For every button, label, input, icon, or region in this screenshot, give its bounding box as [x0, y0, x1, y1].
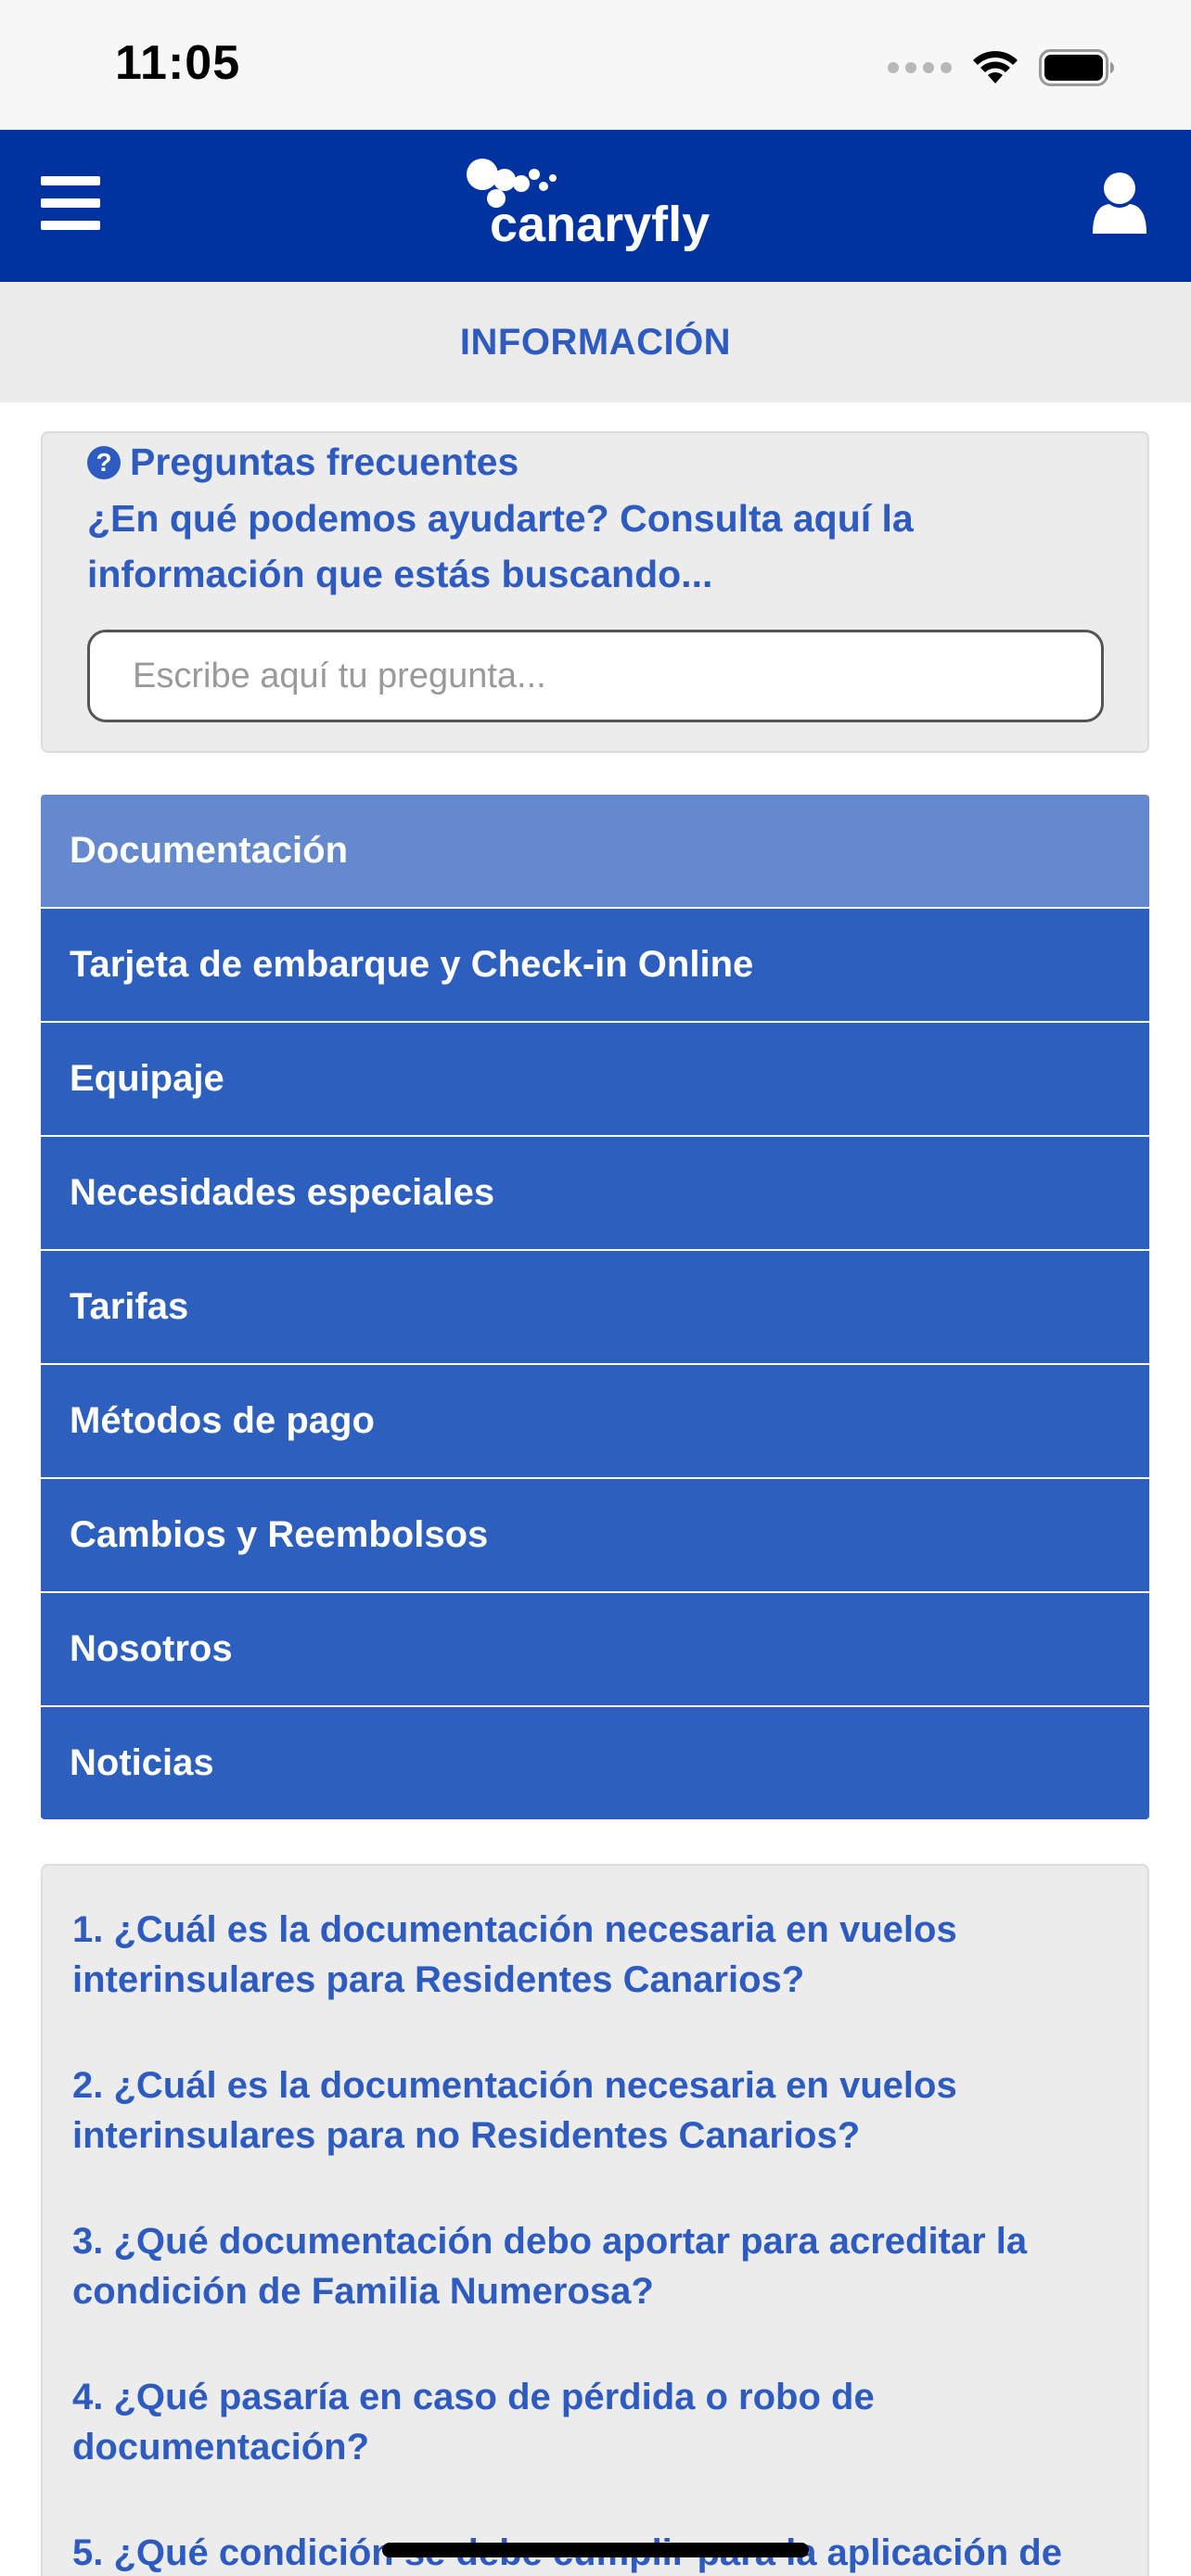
question-link[interactable]: 2. ¿Cuál es la documentación necesaria e… [72, 2060, 1121, 2161]
category-item[interactable]: Cambios y Reembolsos [41, 1479, 1149, 1593]
home-indicator [382, 2543, 809, 2557]
category-item[interactable]: Tarifas [41, 1251, 1149, 1365]
category-label: Tarjeta de embarque y Check-in Online [70, 944, 754, 985]
category-item[interactable]: Equipaje [41, 1023, 1149, 1137]
category-label: Cambios y Reembolsos [70, 1514, 489, 1555]
status-time: 11:05 [115, 36, 241, 90]
search-input[interactable] [87, 630, 1104, 722]
category-item[interactable]: Documentación [41, 795, 1149, 909]
question-link[interactable]: 1. ¿Cuál es la documentación necesaria e… [72, 1905, 1121, 2005]
category-item[interactable]: Necesidades especiales [41, 1137, 1149, 1251]
faq-subtitle: ¿En qué podemos ayudarte? Consulta aquí … [87, 497, 914, 595]
question-circle-icon: ? [87, 445, 121, 479]
questions-card: 1. ¿Cuál es la documentación necesaria e… [41, 1864, 1149, 2576]
category-label: Nosotros [70, 1628, 233, 1669]
category-item[interactable]: Noticias [41, 1707, 1149, 1819]
app-header: canaryfly [0, 130, 1191, 282]
hamburger-icon[interactable] [41, 176, 100, 230]
category-label: Equipaje [70, 1058, 224, 1099]
status-icons [888, 46, 1115, 89]
question-link[interactable]: 3. ¿Qué documentación debo aportar para … [72, 2216, 1121, 2316]
category-list: Documentación Tarjeta de embarque y Check… [41, 795, 1149, 1819]
status-bar: 11:05 [0, 0, 1191, 130]
category-label: Tarifas [70, 1286, 189, 1327]
question-link[interactable]: 4. ¿Qué pasaría en caso de pérdida o rob… [72, 2372, 1121, 2472]
signal-icon [888, 62, 952, 73]
question-list: 1. ¿Cuál es la documentación necesaria e… [72, 1905, 1121, 2576]
faq-title: Preguntas frecuentes [130, 440, 519, 483]
faq-title-row: ? Preguntas frecuentes [87, 440, 519, 484]
category-item[interactable]: Tarjeta de embarque y Check-in Online [41, 909, 1149, 1023]
logo-text: canaryfly [490, 197, 710, 252]
page-title: INFORMACIÓN [459, 321, 732, 363]
canaryfly-logo[interactable]: canaryfly [462, 156, 740, 260]
faq-search-card: ? Preguntas frecuentes ¿En qué podemos a… [41, 431, 1149, 753]
category-item[interactable]: Nosotros [41, 1593, 1149, 1707]
user-icon[interactable] [1091, 171, 1148, 236]
section-bar: INFORMACIÓN [0, 282, 1191, 402]
category-label: Noticias [70, 1742, 214, 1783]
category-item[interactable]: Métodos de pago [41, 1365, 1149, 1479]
category-label: Métodos de pago [70, 1400, 375, 1441]
wifi-icon [973, 51, 1018, 83]
battery-icon [1039, 49, 1114, 86]
category-label: Necesidades especiales [70, 1172, 495, 1213]
category-label: Documentación [70, 830, 349, 871]
